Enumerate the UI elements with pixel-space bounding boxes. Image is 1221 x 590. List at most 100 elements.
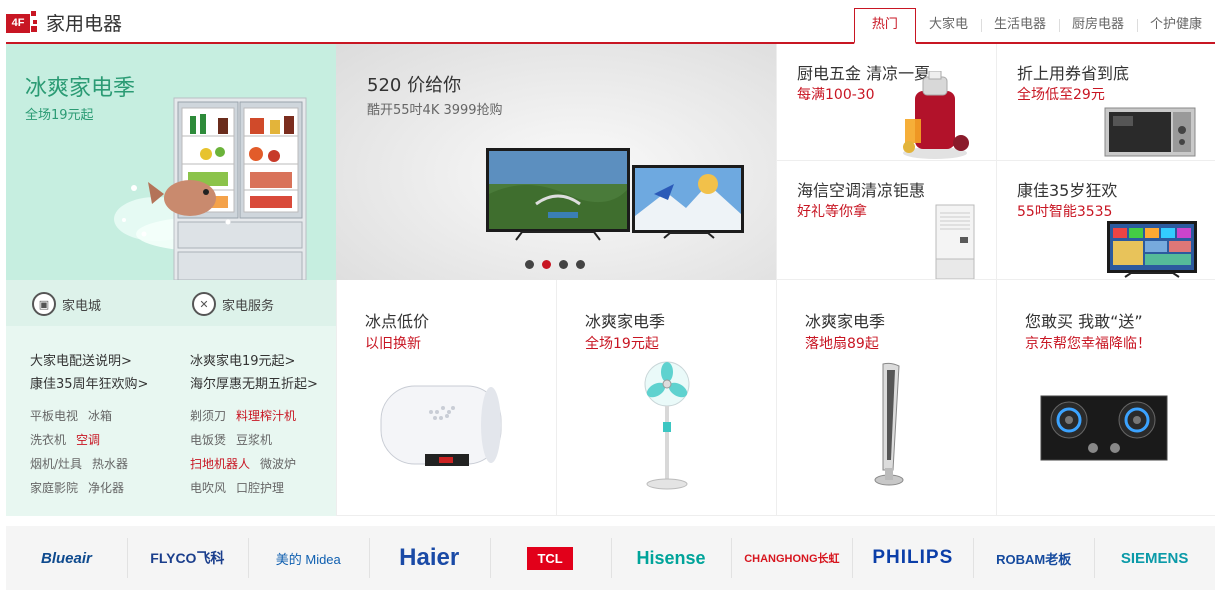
category-link[interactable]: 剃须刀 [190,409,226,423]
brand-name: ROBAM老板 [996,551,1072,567]
category-link[interactable]: 料理榨汁机 [236,409,296,423]
tools-icon: ✕ [192,292,216,316]
category-link[interactable]: 电吹风 [190,481,226,495]
promo-card-title: 冰爽家电季 [805,312,886,331]
category-link[interactable]: 热水器 [92,457,128,471]
slider-dot[interactable] [576,260,585,269]
tv-pair-image [486,148,744,241]
smart-tv-image [1107,221,1197,278]
category-link[interactable]: 电饭煲 [190,433,226,447]
slider-dot[interactable] [559,260,568,269]
category-link[interactable]: 口腔护理 [236,481,284,495]
standing-fan-image [644,361,690,490]
promo-card-tower-fan[interactable]: 冰爽家电季 落地扇89起 [776,280,996,516]
category-link[interactable]: 烟机/灶具 [30,457,82,471]
category-links-col-2: 剃须刀 料理榨汁机 电饭煲 豆浆机 扫地机器人 微波炉 电吹风 口腔护理 [190,404,306,500]
refrigerator-image [114,97,307,280]
brand-logo-midea[interactable]: 美的 Midea [247,538,369,578]
promo-card-subtitle: 落地扇89起 [805,336,879,352]
brand-name: 美的 Midea [275,551,341,567]
tab-personal-care[interactable]: 个护健康 [1136,8,1215,42]
category-link[interactable]: 家庭影院 [30,481,78,495]
tab-large-appliances[interactable]: 大家电 [916,8,981,42]
promo-card-subtitle: 全场19元起 [585,336,659,352]
category-link[interactable]: 扫地机器人 [190,457,250,471]
promo-card-title: 海信空调清凉钜惠 [797,181,926,200]
promo-card-coupon[interactable]: 折上用券省到底 全场低至29元 [996,44,1215,161]
floor-title: 家用电器 [46,13,123,35]
brand-logo-hisense[interactable]: Hisense [610,538,732,578]
promo-link[interactable]: 康佳35周年狂欢购> [30,373,148,396]
category-link[interactable]: 冰箱 [88,409,112,423]
promo-card-title: 冰爽家电季 [585,312,666,331]
service-appliance-mall[interactable]: ▣ 家电城 [32,292,101,316]
promo-card-water-heater[interactable]: 冰点低价 以旧换新 [336,280,556,516]
service-label: 家电城 [62,298,102,314]
left-nav-panel: ▣ 家电城 ✕ 家电服务 大家电配送说明> 康佳35周年狂欢购> 冰爽家电19元… [6,280,336,516]
service-bar: ▣ 家电城 ✕ 家电服务 [6,280,336,326]
brand-name: CHANGHONG长虹 [744,553,840,565]
promo-card-subtitle: 好礼等你拿 [797,204,867,220]
promo-card-subtitle: 55吋智能3535 [1017,204,1113,220]
slider-dot[interactable] [525,260,534,269]
brand-logo-flyco[interactable]: FLYCO飞科 [126,538,248,578]
brand-logo-blueair[interactable]: Blueair [6,538,127,578]
promo-links-col-2: 冰爽家电19元起> 海尔厚惠无期五折起> [190,350,318,396]
promo-card-subtitle: 京东帮您幸福降临！ [1025,336,1151,352]
tab-kitchen-appliances[interactable]: 厨房电器 [1058,8,1137,42]
brand-name: Blueair [41,549,92,567]
slider-dot-active[interactable] [542,260,551,269]
promo-card-subtitle: 每满100-30 [797,87,875,103]
category-link[interactable]: 豆浆机 [236,433,272,447]
hero-slider[interactable]: 520 价给你 酷开55吋4K 3999抢购 [336,44,776,280]
service-appliance-service[interactable]: ✕ 家电服务 [192,292,274,316]
water-heater-image [380,385,502,466]
brand-logo-bar: Blueair FLYCO飞科 美的 Midea Haier TCL Hisen… [6,526,1215,590]
air-conditioner-image [935,204,975,279]
promo-link[interactable]: 冰爽家电19元起> [190,350,318,373]
promo-card-title: 您敢买 我敢“送” [1025,312,1143,331]
promo-card-ac[interactable]: 海信空调清凉钜惠 好礼等你拿 [776,161,996,280]
category-links-col-1: 平板电视 冰箱 洗衣机 空调 烟机/灶具 热水器 家庭影院 净化器 [30,404,138,500]
service-label: 家电服务 [222,298,275,314]
tab-home-appliances[interactable]: 生活电器 [980,8,1059,42]
floor-badge-icon: 4F [6,11,38,33]
category-link[interactable]: 洗衣机 [30,433,66,447]
floor-header: 4F 家用电器 热门 大家电 生活电器 厨房电器 个护健康 [0,0,1221,44]
promo-link[interactable]: 大家电配送说明> [30,350,148,373]
promo-card-kitchen-hardware[interactable]: 厨电五金 清凉一夏 每满100-30 [776,44,996,161]
category-tabs: 热门 大家电 生活电器 厨房电器 个护健康 [853,8,1215,44]
brand-name: PHILIPS [872,547,954,568]
gas-stove-image [1040,395,1168,461]
brand-logo-siemens[interactable]: SIEMENS [1094,538,1215,578]
juicer-image [903,71,969,159]
promo-card-fan[interactable]: 冰爽家电季 全场19元起 [556,280,776,516]
brand-logo-philips[interactable]: PHILIPS [852,538,973,578]
brand-logo-robam[interactable]: ROBAM老板 [973,538,1094,578]
category-link[interactable]: 空调 [76,433,100,447]
brand-logo-tcl[interactable]: TCL [489,538,611,578]
brand-name: Haier [399,544,460,571]
brand-name: SIEMENS [1120,549,1189,567]
microwave-image [1104,107,1196,157]
brand-name: Hisense [636,547,706,568]
tab-hot[interactable]: 热门 [853,8,916,44]
promo-link[interactable]: 海尔厚惠无期五折起> [190,373,318,396]
brand-logo-changhong[interactable]: CHANGHONG长虹 [731,538,852,578]
promo-links-col-1: 大家电配送说明> 康佳35周年狂欢购> [30,350,148,396]
brand-name: FLYCO飞科 [150,550,225,566]
category-link[interactable]: 微波炉 [260,457,296,471]
promo-card-title: 康佳35岁狂欢 [1017,181,1118,200]
brand-logo-haier[interactable]: Haier [368,538,490,578]
promo-card-subtitle: 以旧换新 [365,336,421,352]
category-link[interactable]: 净化器 [88,481,124,495]
left-promo-banner[interactable]: 冰爽家电季 全场19元起 [6,44,336,280]
promo-card-gas-stove[interactable]: 您敢买 我敢“送” 京东帮您幸福降临！ [996,280,1215,516]
brand-name: TCL [527,546,573,570]
tower-fan-image [874,362,904,486]
category-link[interactable]: 平板电视 [30,409,78,423]
promo-card-subtitle: 全场低至29元 [1017,87,1105,103]
promo-card-title: 折上用券省到底 [1017,64,1130,83]
floor-badge-text: 4F [6,14,30,33]
promo-card-konka[interactable]: 康佳35岁狂欢 55吋智能3535 [996,161,1215,280]
